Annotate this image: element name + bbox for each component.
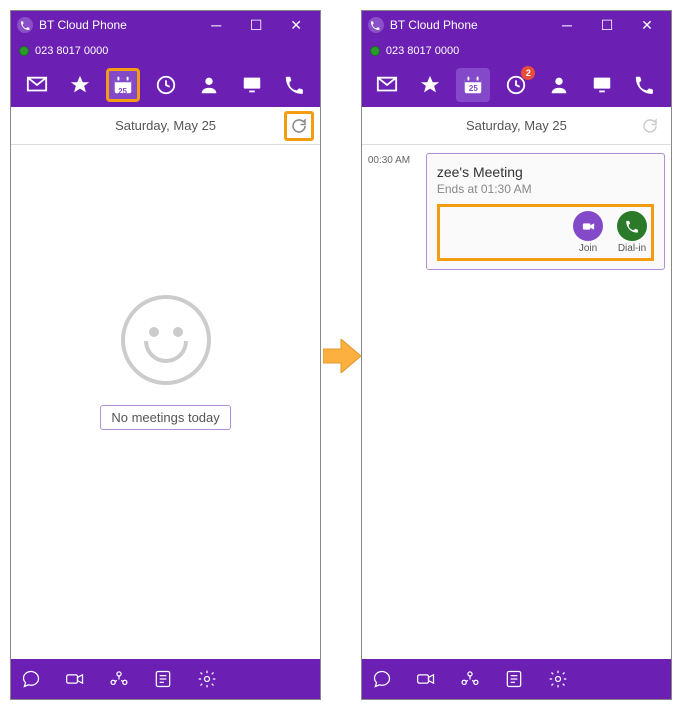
tab-messages[interactable] <box>370 68 404 102</box>
date-header: Saturday, May 25 <box>362 107 671 145</box>
meeting-row: 00:30 AM zee's Meeting Ends at 01:30 AM … <box>362 145 671 278</box>
chat-button[interactable] <box>372 669 392 689</box>
app-title: BT Cloud Phone <box>390 18 478 32</box>
dialin-button[interactable] <box>617 211 647 241</box>
join-label: Join <box>579 243 597 254</box>
settings-button[interactable] <box>548 669 568 689</box>
window-after: BT Cloud Phone ─ ☐ ✕ 023 8017 0000 25 2 … <box>361 10 672 700</box>
tasks-button[interactable] <box>153 669 173 689</box>
tab-calendar[interactable]: 25 <box>106 68 140 102</box>
meeting-title: zee's Meeting <box>437 164 654 180</box>
status-bar: 023 8017 0000 <box>362 39 671 63</box>
video-button[interactable] <box>416 669 436 689</box>
refresh-button[interactable] <box>284 111 314 141</box>
dialin-label: Dial-in <box>618 243 646 254</box>
tab-favorites[interactable] <box>63 68 97 102</box>
date-label: Saturday, May 25 <box>466 118 567 133</box>
presence-icon <box>19 46 29 56</box>
calendar-day-label: 25 <box>118 87 127 96</box>
refresh-button[interactable] <box>635 111 665 141</box>
nav-tabs: 25 <box>11 63 320 107</box>
arrow-icon <box>323 339 361 373</box>
app-title: BT Cloud Phone <box>39 18 127 32</box>
settings-button[interactable] <box>197 669 217 689</box>
date-header: Saturday, May 25 <box>11 107 320 145</box>
phone-number: 023 8017 0000 <box>35 45 108 57</box>
empty-message: No meetings today <box>100 405 230 430</box>
video-button[interactable] <box>65 669 85 689</box>
bottom-bar <box>362 659 671 699</box>
transition-indicator <box>331 11 351 701</box>
join-action: Join <box>573 211 603 254</box>
content-area: 00:30 AM zee's Meeting Ends at 01:30 AM … <box>362 145 671 659</box>
minimize-button[interactable]: ─ <box>196 13 236 37</box>
maximize-button[interactable]: ☐ <box>587 13 627 37</box>
presence-icon <box>370 46 380 56</box>
tasks-button[interactable] <box>504 669 524 689</box>
phone-number: 023 8017 0000 <box>386 45 459 57</box>
close-button[interactable]: ✕ <box>276 13 316 37</box>
tab-recents[interactable] <box>149 68 183 102</box>
meeting-card[interactable]: zee's Meeting Ends at 01:30 AM Join Dial… <box>426 153 665 270</box>
date-label: Saturday, May 25 <box>115 118 216 133</box>
tab-dialer[interactable] <box>278 68 312 102</box>
meeting-subtitle: Ends at 01:30 AM <box>437 182 654 196</box>
join-button[interactable] <box>573 211 603 241</box>
window-controls: ─ ☐ ✕ <box>547 13 667 37</box>
app-icon <box>17 17 33 33</box>
tab-dialer[interactable] <box>628 68 662 102</box>
chat-button[interactable] <box>21 669 41 689</box>
close-button[interactable]: ✕ <box>627 13 667 37</box>
tab-contacts[interactable] <box>192 68 226 102</box>
smiley-icon <box>121 295 211 385</box>
meeting-time: 00:30 AM <box>368 153 420 270</box>
bottom-bar <box>11 659 320 699</box>
dialin-action: Dial-in <box>617 211 647 254</box>
nav-tabs: 25 2 <box>362 63 671 107</box>
meetings-button[interactable] <box>460 669 480 689</box>
maximize-button[interactable]: ☐ <box>236 13 276 37</box>
tab-calendar[interactable]: 25 <box>456 68 490 102</box>
calendar-day-label: 25 <box>469 84 478 93</box>
titlebar: BT Cloud Phone ─ ☐ ✕ <box>11 11 320 39</box>
tab-recents[interactable]: 2 <box>499 68 533 102</box>
window-before: BT Cloud Phone ─ ☐ ✕ 023 8017 0000 25 Sa… <box>10 10 321 700</box>
refresh-icon <box>290 117 308 135</box>
status-bar: 023 8017 0000 <box>11 39 320 63</box>
minimize-button[interactable]: ─ <box>547 13 587 37</box>
tab-hud[interactable] <box>585 68 619 102</box>
meetings-button[interactable] <box>109 669 129 689</box>
content-area: No meetings today <box>11 145 320 659</box>
tab-favorites[interactable] <box>413 68 447 102</box>
tab-messages[interactable] <box>20 68 54 102</box>
notification-badge: 2 <box>521 66 535 80</box>
meeting-actions: Join Dial-in <box>437 204 654 261</box>
phone-icon <box>625 219 640 234</box>
window-controls: ─ ☐ ✕ <box>196 13 316 37</box>
refresh-icon <box>641 117 659 135</box>
titlebar: BT Cloud Phone ─ ☐ ✕ <box>362 11 671 39</box>
video-icon <box>581 219 596 234</box>
tab-hud[interactable] <box>235 68 269 102</box>
empty-state: No meetings today <box>11 145 320 659</box>
app-icon <box>368 17 384 33</box>
tab-contacts[interactable] <box>542 68 576 102</box>
